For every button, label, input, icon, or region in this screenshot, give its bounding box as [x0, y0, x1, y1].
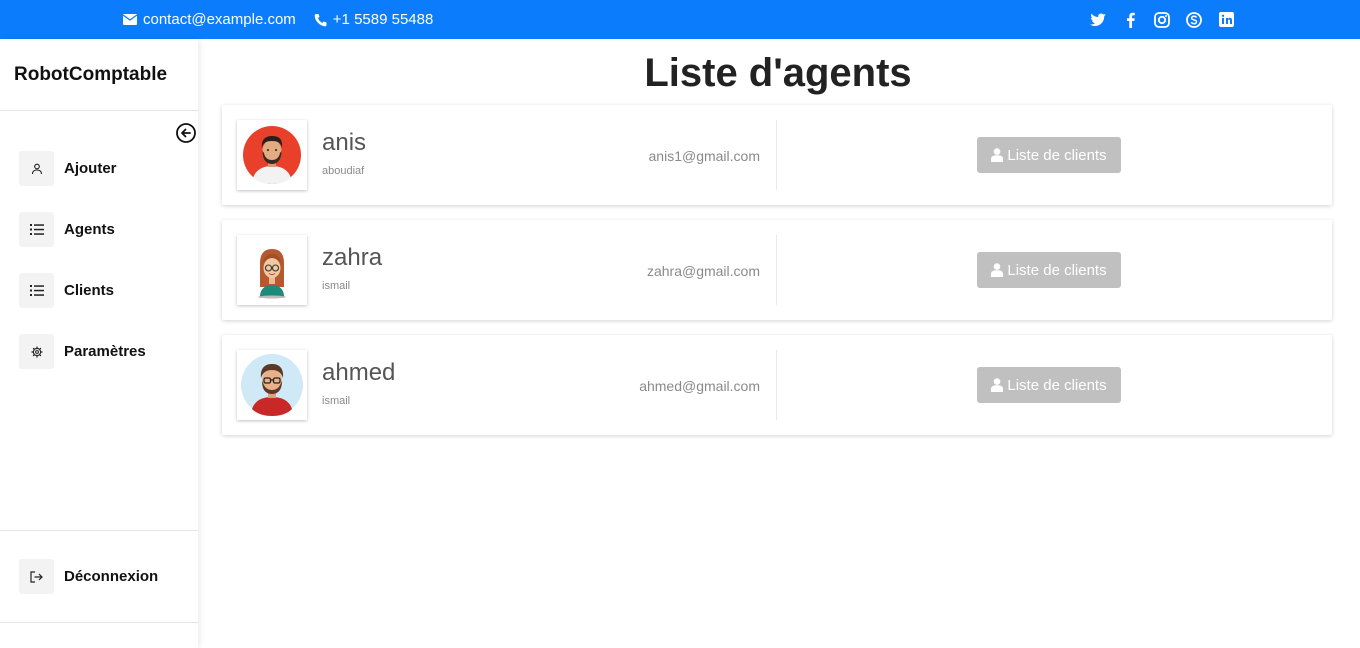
list-icon — [19, 273, 54, 308]
avatar — [237, 235, 307, 305]
facebook-icon[interactable] — [1122, 12, 1138, 28]
agent-card: zahra ismail zahra@gmail.com Liste de cl… — [222, 220, 1332, 320]
top-bar: contact@example.com +1 5589 55488 — [0, 0, 1360, 39]
instagram-icon[interactable] — [1154, 11, 1170, 28]
agent-name: ahmed — [322, 359, 396, 386]
agent-card: ahmed ismail ahmed@gmail.com Liste de cl… — [222, 335, 1332, 435]
list-icon — [19, 212, 54, 247]
contact-email[interactable]: contact@example.com — [123, 11, 296, 28]
client-list-button[interactable]: Liste de clients — [977, 137, 1121, 173]
agent-email: anis1@gmail.com — [648, 148, 760, 164]
avatar — [237, 120, 307, 190]
twitter-icon[interactable] — [1090, 12, 1106, 28]
sidebar-item-label: Agents — [64, 221, 115, 238]
logout-icon — [19, 559, 54, 594]
card-divider — [776, 350, 777, 420]
card-divider — [776, 235, 777, 305]
gear-icon — [19, 334, 54, 369]
contact-phone[interactable]: +1 5589 55488 — [314, 11, 434, 28]
client-list-button[interactable]: Liste de clients — [977, 367, 1121, 403]
sidebar-item-label: Paramètres — [64, 343, 146, 360]
agent-email: ahmed@gmail.com — [639, 378, 760, 394]
client-list-button-label: Liste de clients — [1007, 146, 1107, 164]
sidebar-item-agents[interactable]: Agents — [0, 199, 198, 260]
sidebar-item-label: Ajouter — [64, 160, 117, 177]
page-title: Liste d'agents — [644, 51, 912, 95]
agent-username: ismail — [322, 280, 351, 292]
client-list-button[interactable]: Liste de clients — [977, 252, 1121, 288]
user-icon — [991, 148, 1004, 162]
phone-icon — [314, 13, 327, 26]
woman-glasses-avatar-icon — [258, 249, 286, 299]
agent-name: anis — [322, 129, 367, 156]
contact-email-text: contact@example.com — [143, 11, 296, 28]
sidebar-item-label: Déconnexion — [64, 568, 159, 585]
agent-username: ismail — [322, 395, 351, 407]
card-divider — [776, 120, 777, 190]
man-glasses-avatar-icon — [241, 354, 303, 416]
main-content: Liste d'agents anis aboudiaf anis1@gmail… — [198, 39, 1360, 648]
sidebar-item-ajouter[interactable]: Ajouter — [0, 138, 198, 199]
sidebar-item-clients[interactable]: Clients — [0, 260, 198, 321]
contact-info: contact@example.com +1 5589 55488 — [123, 0, 451, 39]
sidebar: RobotComptable Ajouter Agents Clients Pa… — [0, 39, 198, 648]
user-icon — [19, 151, 54, 186]
contact-phone-text: +1 5589 55488 — [332, 11, 434, 28]
sidebar-footer: Déconnexion — [0, 530, 198, 623]
skype-icon[interactable] — [1186, 11, 1202, 28]
agent-card: anis aboudiaf anis1@gmail.com Liste de c… — [222, 105, 1332, 205]
user-icon — [991, 263, 1004, 277]
sidebar-item-deconnexion[interactable]: Déconnexion — [0, 546, 198, 607]
agent-email: zahra@gmail.com — [646, 263, 760, 279]
avatar — [237, 350, 307, 420]
sidebar-item-parametres[interactable]: Paramètres — [0, 321, 198, 382]
sidebar-nav: Ajouter Agents Clients Paramètres — [0, 138, 198, 382]
linkedin-icon[interactable] — [1218, 12, 1234, 28]
social-links — [1074, 0, 1234, 39]
brand-title: RobotComptable — [0, 39, 198, 111]
client-list-button-label: Liste de clients — [1007, 261, 1107, 279]
user-icon — [991, 378, 1004, 392]
agent-username: aboudiaf — [322, 165, 365, 177]
envelope-icon — [123, 14, 137, 25]
sidebar-item-label: Clients — [64, 282, 115, 299]
client-list-button-label: Liste de clients — [1007, 376, 1107, 394]
agent-name: zahra — [322, 244, 383, 271]
man-beard-avatar-icon — [243, 126, 301, 184]
